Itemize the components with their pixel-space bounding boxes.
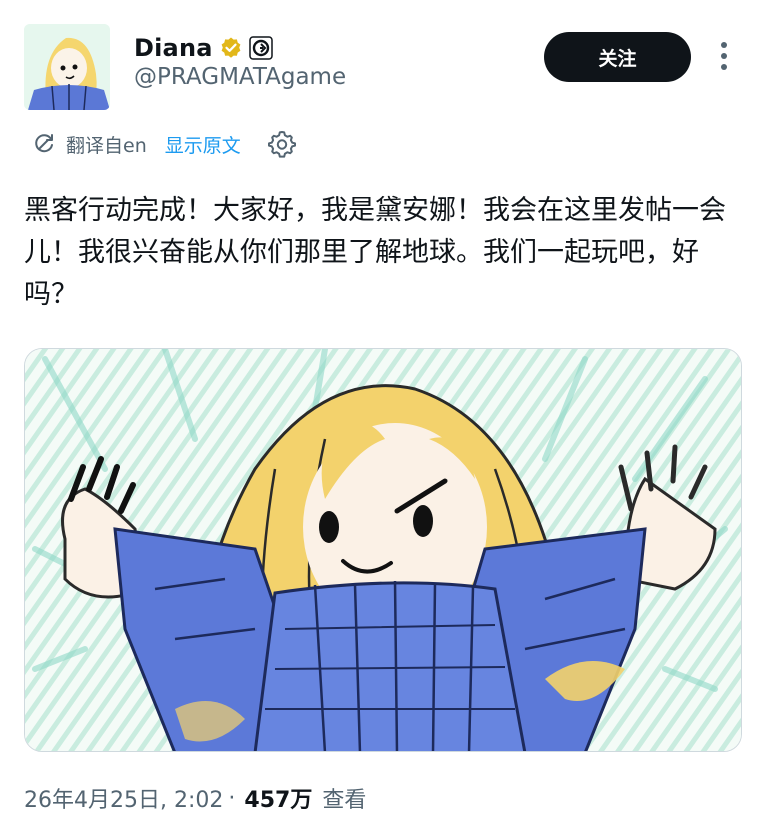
avatar[interactable] — [24, 24, 110, 110]
tweet-image[interactable] — [24, 348, 742, 752]
translated-from-label: 翻译自en — [66, 134, 147, 157]
more-dot — [721, 64, 727, 70]
translate-icon — [32, 132, 56, 156]
more-dot — [721, 53, 727, 59]
game-logo-badge-icon[interactable] — [248, 36, 273, 60]
more-options-icon[interactable] — [712, 38, 736, 74]
show-original-link[interactable]: 显示原文 — [165, 131, 241, 158]
crayon-girl-drawing-icon — [25, 349, 741, 751]
tweet-header: Diana @PRAGMATAgame 关注 — [0, 0, 768, 120]
timestamp[interactable]: 26年4月25日, 2:02 — [24, 782, 223, 814]
more-dot — [721, 42, 727, 48]
views-count: 457万 — [244, 788, 313, 813]
display-name[interactable]: Diana — [134, 34, 213, 62]
follow-button[interactable]: 关注 — [544, 32, 691, 82]
views-label: 查看 — [322, 788, 367, 813]
gear-icon[interactable] — [267, 129, 297, 159]
name-row: Diana — [134, 32, 273, 64]
tweet-meta: 26年4月25日, 2:02 · 457万 查看 — [24, 780, 366, 816]
verified-badge-icon[interactable] — [219, 36, 243, 60]
user-handle[interactable]: @PRAGMATAgame — [134, 64, 346, 90]
translation-bar: 翻译自en 显示原文 — [32, 126, 297, 162]
meta-separator: · — [228, 785, 236, 811]
avatar-drawing-icon — [24, 24, 110, 110]
tweet-text: 黑客行动完成！大家好，我是黛安娜！我会在这里发帖一会儿！我很兴奋能从你们那里了解… — [24, 195, 726, 310]
